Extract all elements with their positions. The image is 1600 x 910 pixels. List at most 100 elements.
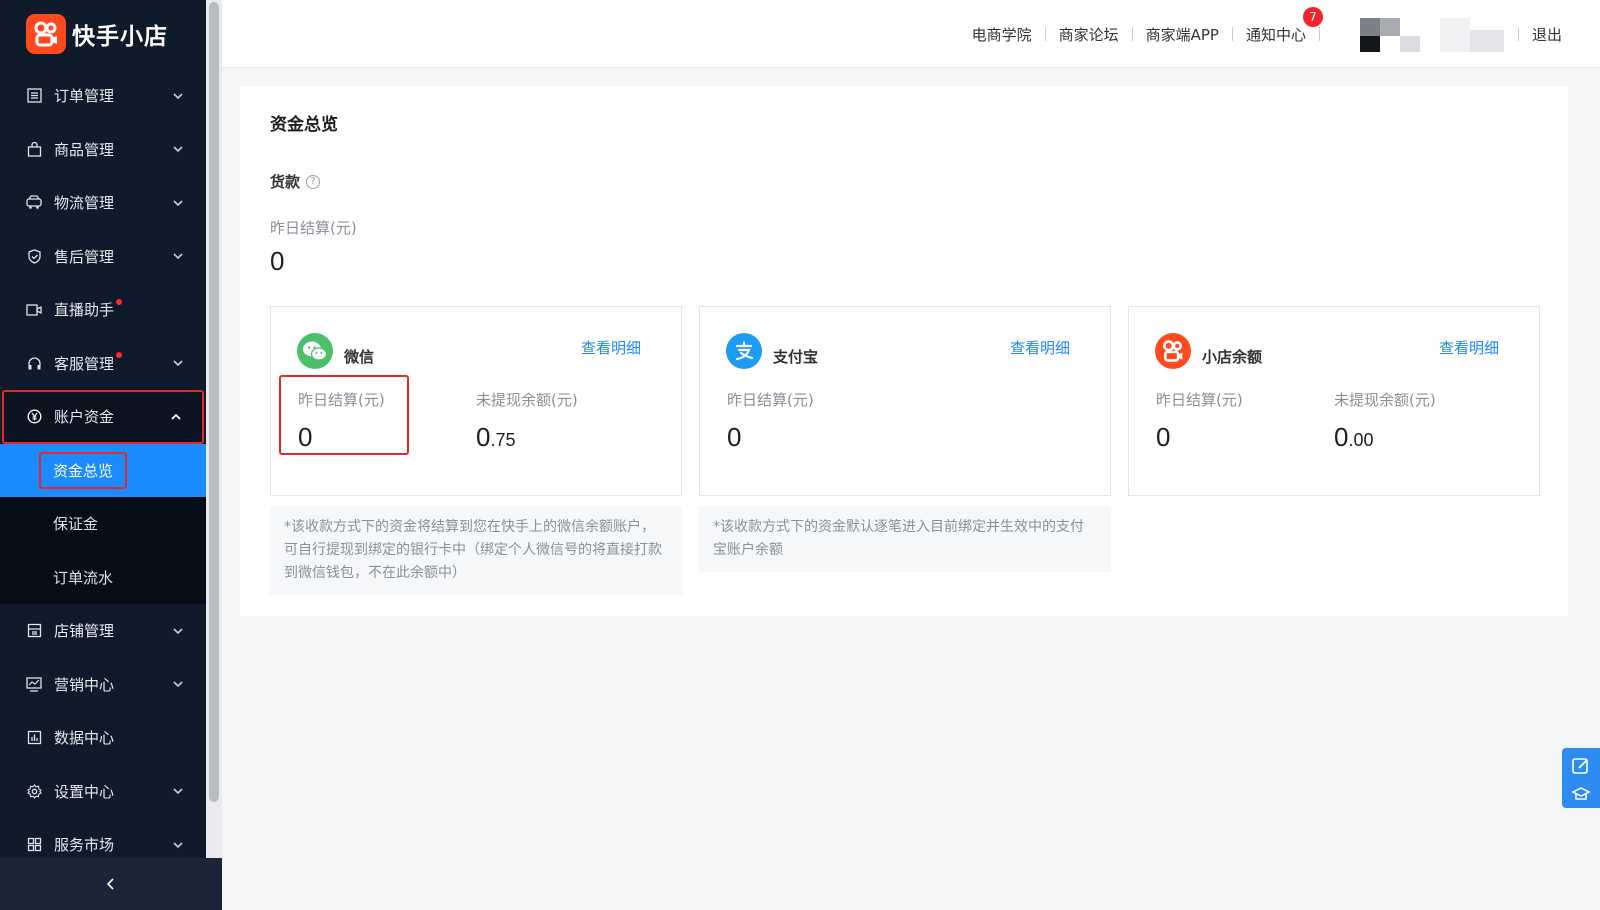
- sidebar-item-data-center[interactable]: 数据中心: [0, 711, 206, 765]
- sidebar-item-label: 营销中心: [54, 675, 115, 694]
- sidebar-item-label: 设置中心: [54, 782, 115, 801]
- sidebar-item-settings[interactable]: 设置中心: [0, 765, 206, 819]
- notification-dot: [116, 298, 123, 305]
- sidebar-item-label: 客服管理: [54, 354, 115, 373]
- kwai-logo-icon: [26, 14, 66, 54]
- shop-balance-card-title: 小店余额: [1202, 347, 1263, 366]
- alipay-yesterday-col: 昨日结算(元) 0: [727, 389, 814, 453]
- floating-toolbar[interactable]: [1562, 748, 1600, 808]
- wechat-balance-int: 0: [476, 422, 491, 452]
- alipay-card-title: 支付宝: [773, 347, 819, 366]
- shop-yesterday-value: 0: [1156, 422, 1171, 452]
- alipay-card: 支付宝 查看明细 昨日结算(元) 0: [699, 306, 1111, 496]
- page-title: 资金总览: [270, 115, 338, 135]
- sidebar-subitem-label: 资金总览: [39, 451, 128, 489]
- shop-balance-label: 未提现余额(元): [1334, 391, 1436, 409]
- shop-yesterday-label: 昨日结算(元): [1156, 391, 1243, 409]
- wechat-balance-col: 未提现余额(元) 0.75: [476, 389, 578, 453]
- scrollbar-thumb[interactable]: [209, 2, 219, 802]
- wechat-pay-card: 微信 查看明细 昨日结算(元) 0 未提现余额(元) 0.75: [270, 306, 682, 496]
- sidebar-item-label: 服务市场: [54, 836, 115, 855]
- sidebar-subitem-label: 保证金: [53, 515, 99, 534]
- wechat-card-title: 微信: [344, 347, 375, 366]
- wechat-note: *该收款方式下的资金将结算到您在快手上的微信余额账户，可自行提现到绑定的银行卡中…: [270, 506, 682, 595]
- sidebar-item-account-funds[interactable]: 账户资金: [2, 390, 204, 444]
- header-link-notifications[interactable]: 通知中心 7: [1233, 6, 1323, 45]
- logo-text: 快手小店: [72, 24, 168, 50]
- shop-balance-int: 0: [1334, 422, 1349, 452]
- user-account-blurred[interactable]: [1334, 12, 1504, 56]
- wechat-view-details-link[interactable]: 查看明细: [581, 337, 641, 358]
- divider: [1318, 27, 1320, 41]
- wechat-yesterday-label: 昨日结算(元): [298, 391, 385, 409]
- chevron-down-icon: [173, 253, 183, 260]
- wechat-yesterday-value: 0: [298, 422, 313, 452]
- shop-balance-card-header: 小店余额: [1155, 333, 1262, 369]
- yesterday-settlement-value: 0: [270, 246, 285, 276]
- shop-balance-col: 未提现余额(元) 0.00: [1334, 389, 1436, 453]
- chevron-down-icon: [173, 842, 183, 848]
- yesterday-settlement-label: 昨日结算(元): [270, 219, 357, 237]
- sidebar-subitem-order-flow[interactable]: 订单流水: [0, 551, 206, 605]
- gear-icon: [26, 783, 42, 799]
- notifications-label: 通知中心: [1245, 25, 1306, 44]
- chevron-down-icon: [173, 200, 183, 206]
- wechat-balance-label: 未提现余额(元): [476, 391, 578, 409]
- top-header: 电商学院 商家论坛 商家端APP 通知中心 7 退出: [222, 0, 1600, 68]
- wechat-yesterday-col: 昨日结算(元) 0: [298, 389, 385, 453]
- sidebar-item-label: 直播助手: [54, 301, 115, 320]
- header-link-forum[interactable]: 商家论坛: [1046, 24, 1132, 45]
- sidebar-item-label: 物流管理: [54, 194, 115, 213]
- sidebar-item-label: 订单管理: [54, 87, 115, 106]
- header-link-academy[interactable]: 电商学院: [959, 24, 1045, 45]
- wechat-balance-value: 0.75: [476, 422, 578, 453]
- shop-balance-view-details-link[interactable]: 查看明细: [1439, 337, 1499, 358]
- sidebar-subitem-deposit[interactable]: 保证金: [0, 497, 206, 551]
- store-icon: [26, 623, 42, 639]
- bar-chart-icon: [26, 730, 42, 746]
- kwai-shop-icon: [1155, 333, 1191, 369]
- header-link-app[interactable]: 商家端APP: [1133, 24, 1232, 45]
- chevron-down-icon: [173, 788, 183, 795]
- wechat-icon: [297, 333, 333, 369]
- headset-icon: [26, 355, 42, 371]
- shop-balance-dec: .00: [1348, 430, 1374, 450]
- shield-icon: [26, 248, 42, 264]
- sidebar-collapse-button[interactable]: [0, 858, 222, 910]
- sidebar-item-customer-service[interactable]: 客服管理: [0, 337, 206, 391]
- sidebar-item-products[interactable]: 商品管理: [0, 123, 206, 177]
- chevron-down-icon: [173, 628, 183, 634]
- sidebar-subitem-label: 订单流水: [53, 568, 114, 587]
- yen-icon: [26, 409, 42, 425]
- sidebar-nav: 订单管理 商品管理 物流管理 售后管理 直播助手 客服管理 账户资金 资金总览 …: [0, 69, 206, 872]
- sidebar-item-label: 账户资金: [54, 408, 115, 427]
- sidebar-item-orders[interactable]: 订单管理: [0, 69, 206, 123]
- sidebar-item-marketing[interactable]: 营销中心: [0, 658, 206, 712]
- sidebar-item-live-assistant[interactable]: 直播助手: [0, 283, 206, 337]
- alipay-note: *该收款方式下的资金默认逐笔进入目前绑定并生效中的支付宝账户余额: [699, 506, 1111, 572]
- graduation-cap-icon[interactable]: [1571, 784, 1591, 804]
- wechat-balance-dec: .75: [490, 430, 516, 450]
- chevron-down-icon: [173, 681, 183, 688]
- help-icon[interactable]: ?: [306, 174, 321, 189]
- shop-balance-card: 小店余额 查看明细 昨日结算(元) 0 未提现余额(元) 0.00: [1128, 306, 1540, 496]
- chevron-down-icon: [173, 93, 183, 99]
- sidebar-subitem-fund-overview[interactable]: 资金总览: [0, 443, 206, 497]
- section-title-payment: 货款 ?: [270, 171, 321, 192]
- sidebar-submenu-account-funds: 资金总览 保证金 订单流水: [0, 443, 206, 605]
- bag-icon: [26, 141, 42, 157]
- logout-link[interactable]: 退出: [1519, 24, 1600, 45]
- sidebar-item-store[interactable]: 店铺管理: [0, 604, 206, 658]
- app-logo[interactable]: 快手小店: [26, 14, 168, 54]
- edit-icon[interactable]: [1571, 756, 1591, 776]
- list-icon: [26, 88, 42, 104]
- grid-icon: [26, 837, 42, 853]
- alipay-yesterday-label: 昨日结算(元): [727, 391, 814, 409]
- sidebar-item-aftersale[interactable]: 售后管理: [0, 230, 206, 284]
- sidebar-scrollbar[interactable]: [206, 0, 222, 858]
- notification-badge: 7: [1302, 6, 1323, 27]
- sidebar-item-logistics[interactable]: 物流管理: [0, 176, 206, 230]
- chevron-left-icon: [106, 878, 114, 890]
- fund-overview-card: 资金总览 货款 ? 昨日结算(元) 0 微信 查看明细 昨日结算(元) 0 未提…: [240, 86, 1568, 616]
- alipay-view-details-link[interactable]: 查看明细: [1010, 337, 1070, 358]
